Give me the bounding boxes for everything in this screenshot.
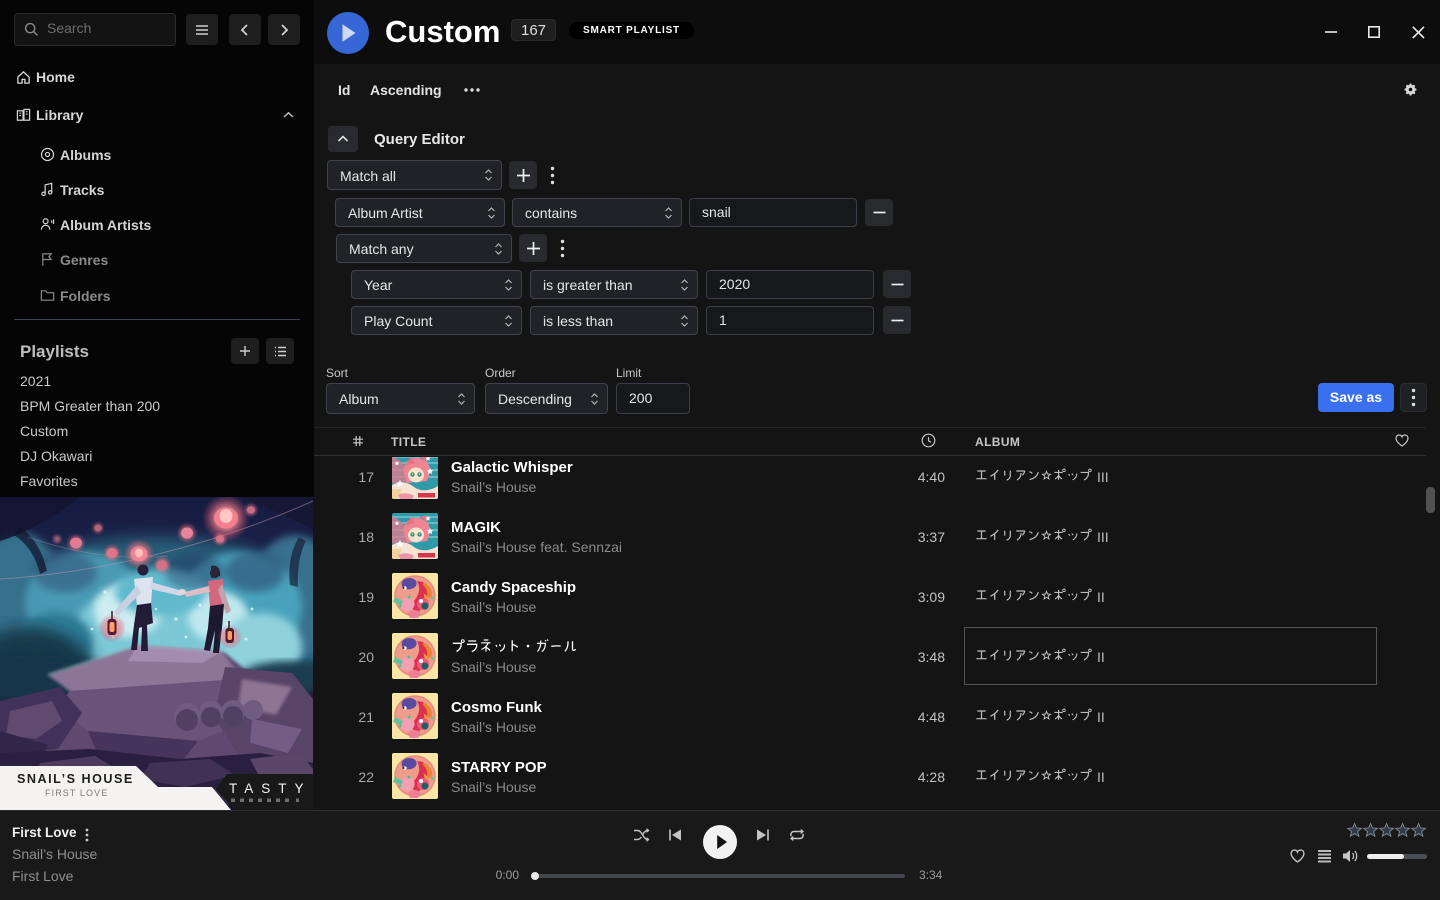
svg-text:FIRST LOVE: FIRST LOVE (45, 788, 108, 798)
svg-text:SNAIL’S HOUSE: SNAIL’S HOUSE (17, 772, 134, 786)
svg-text:TASTY: TASTY (229, 781, 312, 796)
